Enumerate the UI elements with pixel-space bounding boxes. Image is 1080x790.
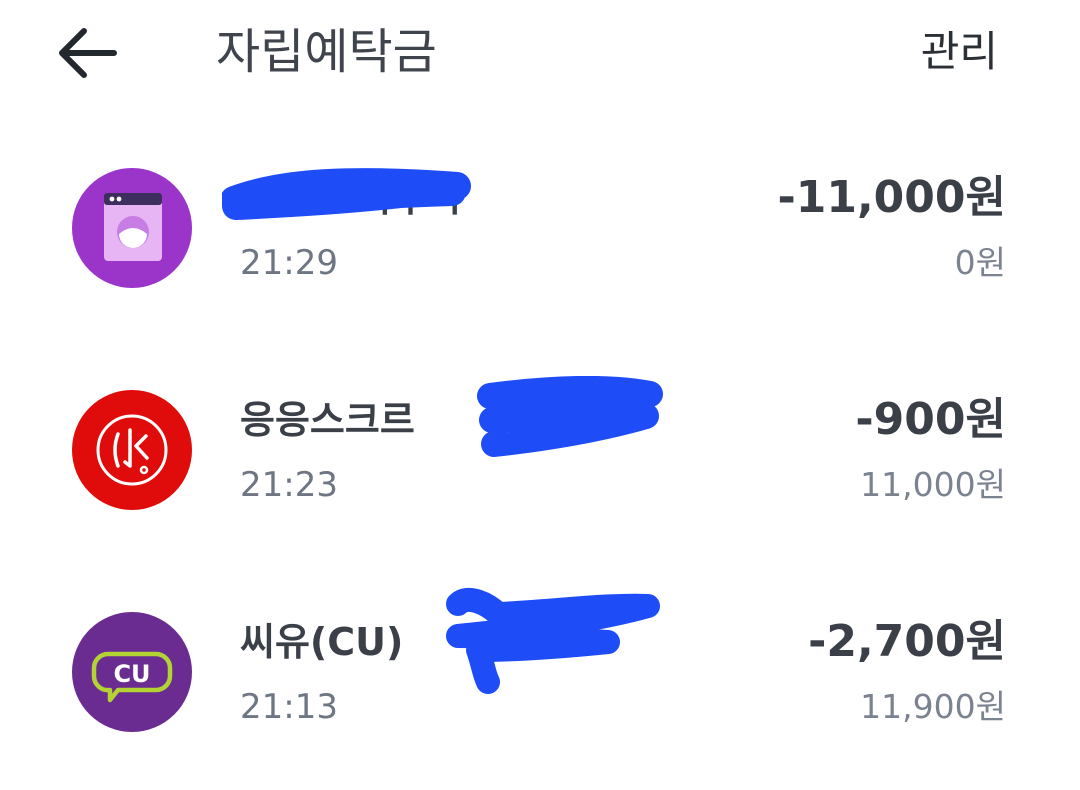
- yogurt-brand-logo: [72, 390, 192, 510]
- transaction-amount: -900원: [855, 394, 1006, 445]
- washing-machine-icon: [72, 168, 192, 288]
- transaction-time: 21:29: [240, 243, 338, 283]
- transaction-history-screen: 자립예탁금 관리 세탁소 사우나 21:29 -11,000원 0원 응응스크르…: [0, 0, 1080, 790]
- app-header: 자립예탁금 관리: [0, 0, 1080, 115]
- transaction-amount: -2,700원: [808, 616, 1006, 667]
- arrow-left-icon: [59, 28, 117, 78]
- balance-after: 0원: [954, 243, 1006, 282]
- page-title: 자립예탁금: [216, 24, 437, 80]
- cu-logo: CU: [72, 612, 192, 732]
- back-button[interactable]: [50, 22, 122, 84]
- merchant-name: 세탁소 사우나: [240, 176, 463, 220]
- redaction-scribble: [477, 376, 663, 457]
- balance-after: 11,900원: [860, 687, 1006, 726]
- transaction-time: 21:23: [240, 465, 338, 505]
- balance-after: 11,000원: [860, 465, 1006, 504]
- transaction-item[interactable]: CU 씨유(CU) 21:13 -2,700원 11,900원: [0, 587, 1080, 752]
- svg-text:CU: CU: [113, 660, 150, 688]
- redaction-scribble: [446, 587, 660, 694]
- transaction-time: 21:13: [240, 687, 338, 727]
- merchant-name: 응응스크르: [240, 398, 415, 442]
- transaction-item[interactable]: 응응스크르 21:23 -900원 11,000원: [0, 370, 1080, 530]
- transaction-item[interactable]: 세탁소 사우나 21:29 -11,000원 0원: [0, 148, 1080, 308]
- manage-button[interactable]: 관리: [921, 20, 998, 84]
- transaction-amount: -11,000원: [777, 172, 1006, 223]
- merchant-name: 씨유(CU): [240, 620, 404, 664]
